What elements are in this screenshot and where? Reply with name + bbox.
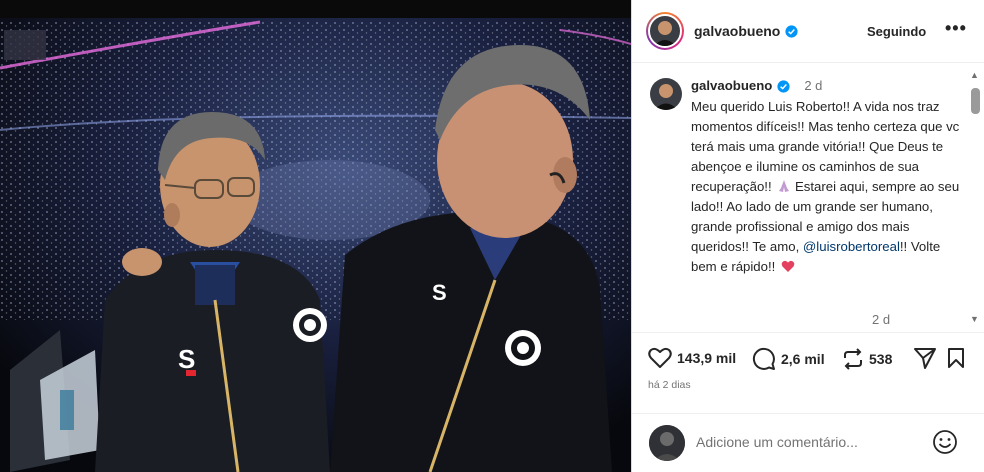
more-options-icon[interactable]: ••• — [945, 18, 967, 39]
post-photo[interactable]: S S — [0, 0, 631, 472]
bookmark-icon — [948, 348, 964, 368]
story-ring[interactable] — [646, 12, 684, 50]
scrollbar-thumb[interactable] — [971, 88, 980, 114]
post-side-panel: galvaobueno Seguindo ••• galvaobueno 2 d… — [631, 0, 984, 472]
comments-area[interactable]: galvaobueno 2 d Meu querido Luis Roberto… — [632, 64, 984, 332]
action-bar: 143,9 mil 2,6 mil 538 — [632, 332, 984, 382]
following-button[interactable]: Seguindo — [867, 24, 926, 39]
username-link[interactable]: galvaobueno — [694, 23, 780, 39]
share-button[interactable] — [914, 347, 936, 369]
current-user-avatar — [649, 425, 685, 461]
praying-hands-icon — [779, 180, 790, 192]
caption-avatar[interactable] — [650, 78, 682, 110]
scroll-up-arrow-icon[interactable]: ▲ — [970, 70, 979, 80]
post-time-ago[interactable]: há 2 dias — [648, 379, 691, 391]
mention-link[interactable]: @luisrobertoreal — [803, 239, 900, 254]
comment-icon — [752, 347, 775, 370]
comment-count[interactable]: 2,6 mil — [781, 351, 825, 367]
like-count[interactable]: 143,9 mil — [677, 350, 736, 366]
heart-emoji-icon — [781, 260, 795, 272]
scroll-down-arrow-icon[interactable]: ▼ — [970, 314, 979, 324]
post-header: galvaobueno Seguindo ••• — [632, 0, 984, 63]
save-button[interactable] — [947, 347, 965, 369]
caption-text: Meu querido Luis Roberto!! A vida nos tr… — [691, 97, 963, 277]
caption-username[interactable]: galvaobueno — [691, 76, 772, 96]
comment-button[interactable]: 2,6 mil — [752, 347, 825, 371]
comment-input[interactable]: Adicione um comentário... — [696, 434, 858, 450]
caption-footer-time: 2 d — [872, 312, 891, 327]
caption: galvaobueno 2 d Meu querido Luis Roberto… — [691, 76, 963, 277]
avatar — [648, 14, 682, 48]
verified-badge-icon — [777, 79, 790, 93]
heart-icon — [648, 347, 672, 368]
add-comment-bar: Adicione um comentário... — [632, 413, 984, 472]
emoji-icon[interactable] — [932, 429, 958, 455]
sportv-logo: S — [178, 344, 195, 374]
repost-button[interactable]: 538 — [842, 347, 892, 371]
send-icon — [914, 348, 936, 369]
repost-icon — [844, 348, 862, 370]
verified-badge-icon — [785, 24, 798, 38]
photo-illustration: S S — [0, 0, 631, 472]
repost-count[interactable]: 538 — [869, 351, 892, 367]
like-button[interactable]: 143,9 mil — [648, 347, 736, 369]
sportv-logo-2: S — [432, 280, 447, 305]
caption-time[interactable]: 2 d — [804, 76, 822, 96]
